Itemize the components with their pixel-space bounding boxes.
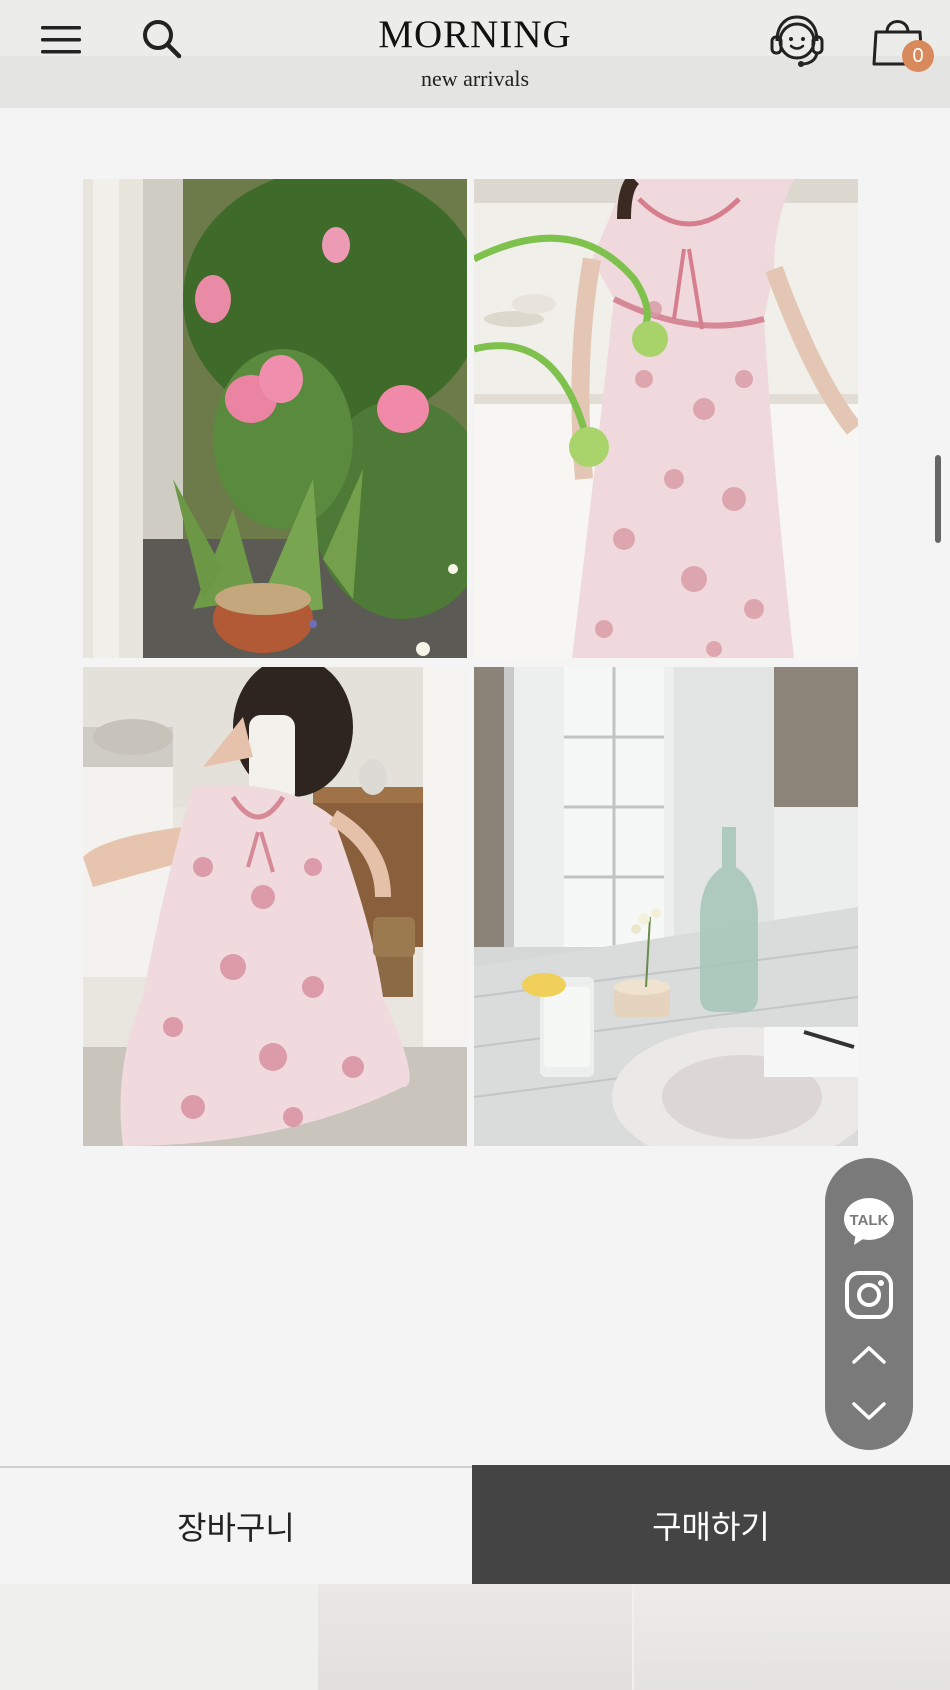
related-item-thumbnail[interactable]	[318, 1584, 632, 1690]
product-photo-tulips[interactable]	[83, 179, 467, 658]
page-scrollbar[interactable]	[935, 455, 941, 543]
talk-label: TALK	[850, 1212, 889, 1229]
site-header: MORNING new arrivals 0	[0, 0, 950, 108]
customer-support-icon[interactable]	[766, 8, 828, 70]
instagram-icon[interactable]	[825, 1266, 913, 1324]
cart-count-badge: 0	[902, 40, 934, 72]
product-photo-dress-crouching[interactable]	[83, 667, 467, 1146]
buy-now-button[interactable]: 구매하기	[472, 1465, 950, 1584]
related-items-strip	[0, 1584, 950, 1690]
product-photo-dress-standing[interactable]	[474, 179, 858, 658]
quick-menu: TALK	[825, 1158, 913, 1450]
scroll-top-chevron-up-icon[interactable]	[825, 1334, 913, 1374]
product-detail-page: MORNING new arrivals 0 TALK 장바구니 구매하기	[0, 0, 950, 1690]
related-item-thumbnail[interactable]	[0, 1584, 316, 1690]
related-item-thumbnail[interactable]	[634, 1584, 950, 1690]
scroll-bottom-chevron-down-icon[interactable]	[825, 1392, 913, 1432]
kakao-talk-icon[interactable]: TALK	[825, 1194, 913, 1250]
add-to-cart-button[interactable]: 장바구니	[0, 1466, 472, 1584]
product-photo-table-still-life[interactable]	[474, 667, 858, 1146]
